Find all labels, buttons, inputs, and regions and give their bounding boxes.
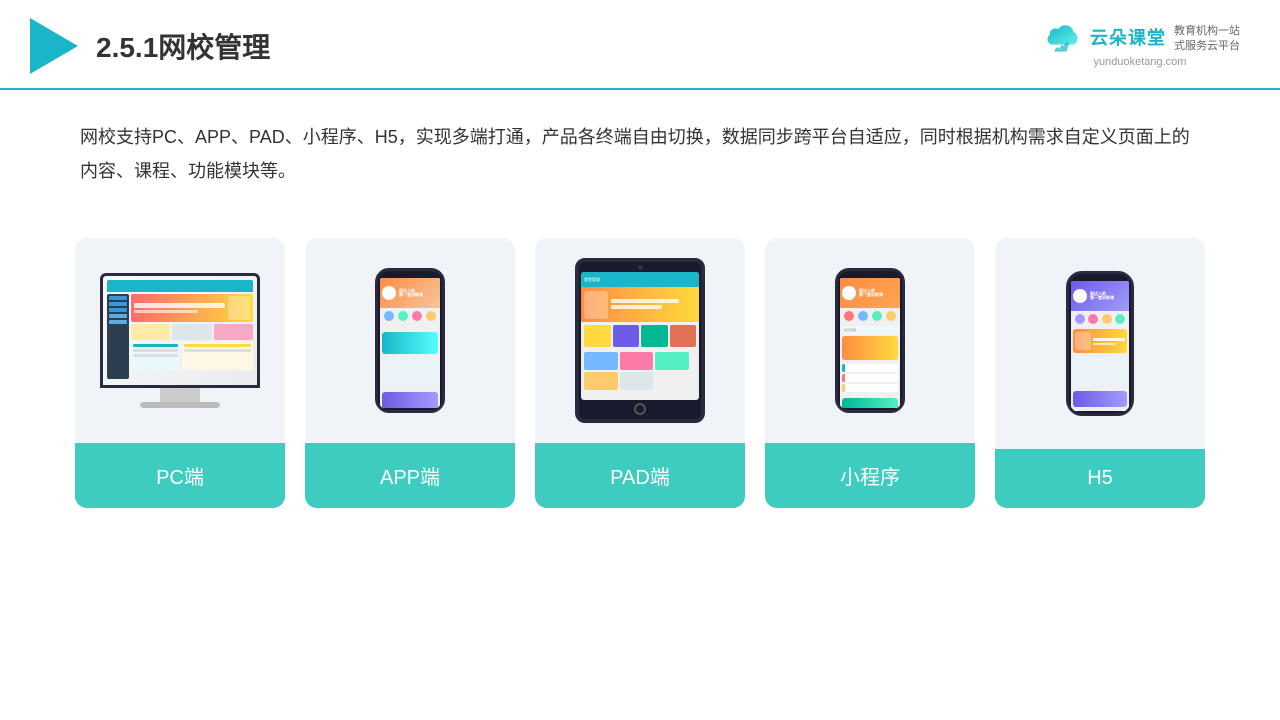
card-pad-label: PAD端 — [535, 443, 745, 508]
description-text: 网校支持PC、APP、PAD、小程序、H5，实现多端打通，产品各终端自由切换，数… — [0, 90, 1280, 198]
logo-triangle-icon — [30, 18, 78, 74]
card-h5: 职达人的 第一堂训练课 — [995, 238, 1205, 508]
card-app-label: APP端 — [305, 443, 515, 508]
card-miniapp-label: 小程序 — [765, 443, 975, 508]
card-pc-label: PC端 — [75, 443, 285, 508]
phone-app-icon: 职达人的 第一堂训练课 — [375, 268, 445, 413]
card-app: 职达人的 第一堂训练课 — [305, 238, 515, 508]
tablet-pad-icon: 课堂管理 — [575, 258, 705, 423]
brand-logo: 云朵课堂 教育机构一站 式服务云平台 — [1040, 24, 1240, 55]
card-pad: 课堂管理 — [535, 238, 745, 508]
cloud-icon — [1040, 25, 1082, 53]
card-miniapp: 职达人的 第一堂训练课 搜索课程 — [765, 238, 975, 508]
brand-url: yunduoketang.com — [1094, 56, 1187, 68]
card-pc: PC端 — [75, 238, 285, 508]
brand-name-and-tagline: 云朵课堂 教育机构一站 式服务云平台 — [1090, 24, 1240, 55]
card-miniapp-image: 职达人的 第一堂训练课 搜索课程 — [765, 238, 975, 443]
header-left: 2.5.1网校管理 — [30, 18, 270, 74]
card-pad-image: 课堂管理 — [535, 238, 745, 443]
phone-miniapp-icon: 职达人的 第一堂训练课 搜索课程 — [835, 268, 905, 413]
brand-tagline: 教育机构一站 式服务云平台 — [1174, 24, 1240, 55]
brand-name: 云朵课堂 — [1090, 24, 1166, 50]
card-pc-image — [75, 238, 285, 443]
cards-container: PC端 职达人的 第一堂训练课 — [0, 208, 1280, 538]
card-app-image: 职达人的 第一堂训练课 — [305, 238, 515, 443]
phone-h5-icon: 职达人的 第一堂训练课 — [1066, 271, 1134, 416]
page-title: 2.5.1网校管理 — [96, 26, 270, 66]
header-right: 云朵课堂 教育机构一站 式服务云平台 yunduoketang.com — [1040, 24, 1240, 69]
card-h5-image: 职达人的 第一堂训练课 — [995, 238, 1205, 449]
page-header: 2.5.1网校管理 云朵课堂 教育机构一站 式服务云平台 — [0, 0, 1280, 90]
card-h5-label: H5 — [995, 449, 1205, 508]
pc-monitor-icon — [100, 273, 260, 408]
